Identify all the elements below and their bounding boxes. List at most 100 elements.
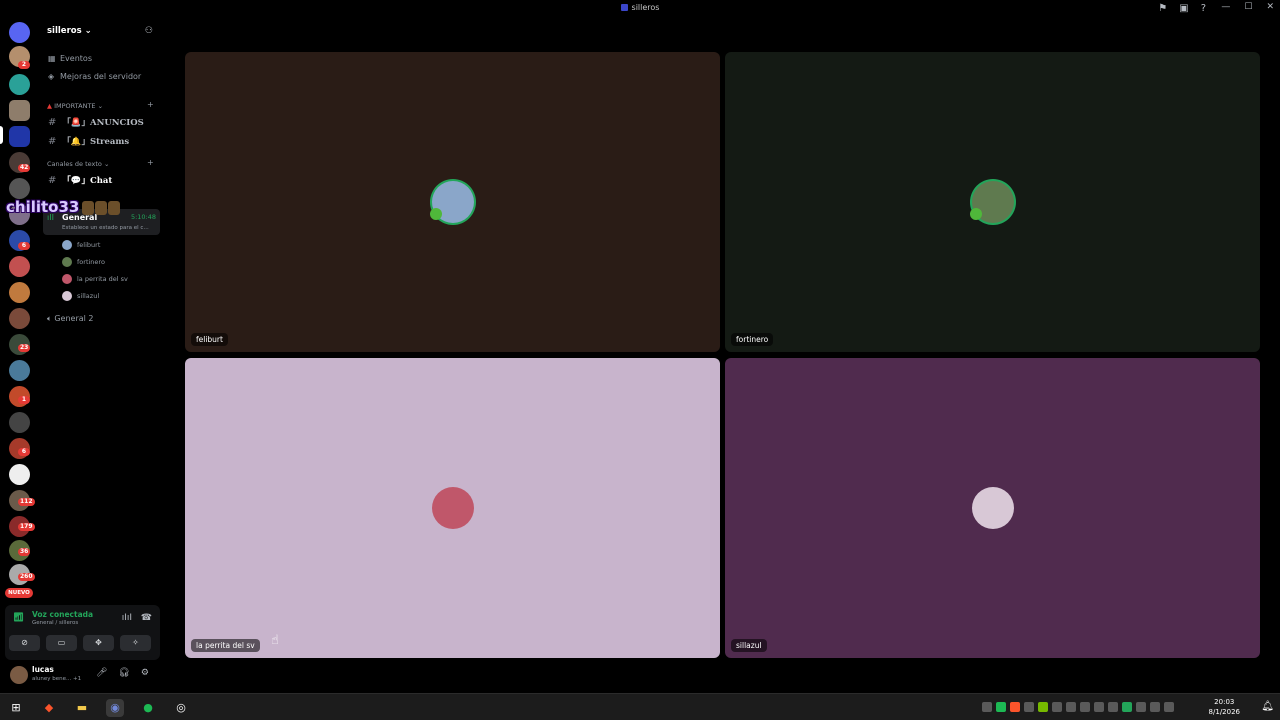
participant-name: sillazul	[731, 639, 767, 652]
channel-chat[interactable]: # 「💬」Chat	[48, 174, 112, 186]
calendar-icon: ▦	[48, 54, 56, 63]
spotify-icon[interactable]: ●	[139, 699, 157, 717]
voice-location[interactable]: General / silleros	[32, 620, 78, 626]
events-link[interactable]: ▦ Eventos	[48, 54, 92, 63]
server-icon[interactable]	[9, 282, 30, 303]
voice-member[interactable]: feliburt	[62, 240, 100, 250]
voice-channel-status[interactable]: Establece un estado para el c...	[62, 225, 149, 231]
noise-suppression-icon[interactable]: ıIıI	[122, 613, 132, 623]
server-name-header[interactable]: silleros ⌄	[47, 26, 92, 36]
windows-start-icon[interactable]: ⊞	[7, 699, 25, 717]
boost-icon: ◈	[48, 72, 55, 81]
activities-button[interactable]: ✥	[83, 635, 114, 651]
soundboard-button[interactable]: ✧	[120, 635, 151, 651]
notification-badge: 36	[18, 548, 31, 556]
obs-icon[interactable]: ◎	[172, 699, 190, 717]
inbox-icon[interactable]: ▣	[1179, 3, 1188, 14]
microphone-icon[interactable]: 🎤︎	[96, 668, 107, 678]
voice-member[interactable]: sillazul	[62, 291, 99, 301]
user-panel: lucas aluney bene... +1 🎤︎ 🎧︎ ⚙	[0, 660, 165, 693]
discord-taskbar-icon[interactable]: ◉	[106, 699, 124, 717]
notification-bell-icon[interactable]: 🔔︎	[1261, 701, 1274, 712]
avatar-decoration-icon	[430, 208, 442, 220]
server-icon[interactable]	[9, 256, 30, 277]
tray-icon[interactable]	[1094, 702, 1104, 712]
add-channel-icon[interactable]: +	[147, 158, 154, 167]
server-icon-silleros[interactable]	[9, 126, 30, 147]
tray-icon[interactable]	[1066, 702, 1076, 712]
channel-announcements[interactable]: # 「🚨」ANUNCIOS	[48, 116, 144, 128]
server-icon[interactable]	[9, 308, 30, 329]
avatar-decoration-icon	[970, 208, 982, 220]
discord-logo-icon	[620, 4, 628, 11]
notification-badge: 2	[18, 61, 30, 69]
mouse-cursor-icon: ☝	[271, 633, 279, 648]
voice-member[interactable]: la perrita del sv	[62, 274, 128, 284]
tray-icon[interactable]	[1122, 702, 1132, 712]
category-text-channels[interactable]: Canales de texto ⌄ +	[47, 158, 154, 168]
headphones-icon[interactable]: 🎧︎	[118, 668, 129, 678]
system-tray	[982, 702, 1174, 712]
server-icon[interactable]	[9, 360, 30, 381]
server-boosts-link[interactable]: ◈ Mejoras del servidor	[48, 72, 141, 81]
tray-icon[interactable]	[1024, 702, 1034, 712]
tray-icon[interactable]	[1108, 702, 1118, 712]
server-icon[interactable]	[9, 464, 30, 485]
direct-messages-icon[interactable]	[9, 22, 30, 43]
voice-connected-label: Voz conectada	[32, 610, 94, 619]
server-icon[interactable]	[9, 74, 30, 95]
avatar[interactable]	[10, 666, 28, 684]
server-icon[interactable]	[9, 178, 30, 199]
help-icon[interactable]: ?	[1201, 3, 1206, 14]
flag-icon[interactable]: ⚑	[1158, 3, 1167, 14]
avatar	[82, 201, 94, 215]
title-bar-tools: ⚑ ▣ ?	[1158, 3, 1206, 14]
notification-badge: 6	[18, 448, 30, 456]
tray-icon[interactable]	[1010, 702, 1020, 712]
participant-tile[interactable]: sillazul	[725, 358, 1260, 658]
server-rail: 2 42 6 23 1 6 112 179 36 260 NUEVO	[0, 18, 40, 693]
tray-icon[interactable]	[1052, 702, 1062, 712]
maximize-icon[interactable]: ☐	[1244, 2, 1252, 12]
participant-tile[interactable]: la perrita del sv	[185, 358, 720, 658]
voice-channel-general-2[interactable]: 🔈︎ General 2	[47, 314, 94, 324]
minimize-icon[interactable]: —	[1221, 2, 1230, 12]
close-icon[interactable]: ✕	[1266, 2, 1274, 12]
overlay-avatars	[82, 201, 120, 215]
file-explorer-icon[interactable]: ▬	[73, 699, 91, 717]
username[interactable]: lucas	[32, 665, 54, 674]
notification-badge: 42	[18, 164, 31, 172]
speaker-icon: 🔈︎	[47, 314, 52, 323]
tray-icon[interactable]	[1038, 702, 1048, 712]
tray-icon[interactable]	[1080, 702, 1090, 712]
tray-icon[interactable]	[982, 702, 992, 712]
brave-browser-icon[interactable]: ◆	[40, 699, 58, 717]
add-channel-icon[interactable]: +	[147, 100, 154, 109]
tray-icon[interactable]	[1136, 702, 1146, 712]
system-clock[interactable]: 20:03 8/1/2026	[1209, 697, 1240, 717]
voice-connected-panel: 📶︎ Voz conectada General / silleros ıIıI…	[5, 605, 160, 660]
tray-icon[interactable]	[1164, 702, 1174, 712]
server-icon[interactable]	[9, 100, 30, 121]
disconnect-icon[interactable]: ☎	[141, 613, 152, 623]
voice-panel-buttons: ⊘ ▭ ✥ ✧	[9, 635, 151, 651]
camera-off-button[interactable]: ⊘	[9, 635, 40, 651]
voice-member[interactable]: fortinero	[62, 257, 105, 267]
participant-tile[interactable]: fortinero	[725, 52, 1260, 352]
participant-tile[interactable]: feliburt	[185, 52, 720, 352]
channel-streams[interactable]: # 「🔔」Streams	[48, 135, 129, 147]
window-title: silleros	[0, 3, 1280, 12]
avatar	[62, 240, 72, 250]
title-bar: silleros ⚑ ▣ ? — ☐ ✕	[0, 0, 1280, 18]
screen-share-button[interactable]: ▭	[46, 635, 77, 651]
tray-icon[interactable]	[996, 702, 1006, 712]
category-important[interactable]: ▲ IMPORTANTE ⌄ +	[47, 100, 154, 110]
text-channel-icon: #	[48, 136, 57, 147]
tray-icon[interactable]	[1150, 702, 1160, 712]
window-controls: — ☐ ✕	[1221, 2, 1274, 12]
channel-sidebar: silleros ⌄ ⚇ ▦ Eventos ◈ Mejoras del servi…	[40, 18, 165, 605]
invite-people-icon[interactable]: ⚇	[145, 26, 153, 36]
signal-icon[interactable]: 📶︎	[13, 613, 24, 623]
settings-gear-icon[interactable]: ⚙	[141, 668, 149, 678]
server-icon[interactable]	[9, 412, 30, 433]
